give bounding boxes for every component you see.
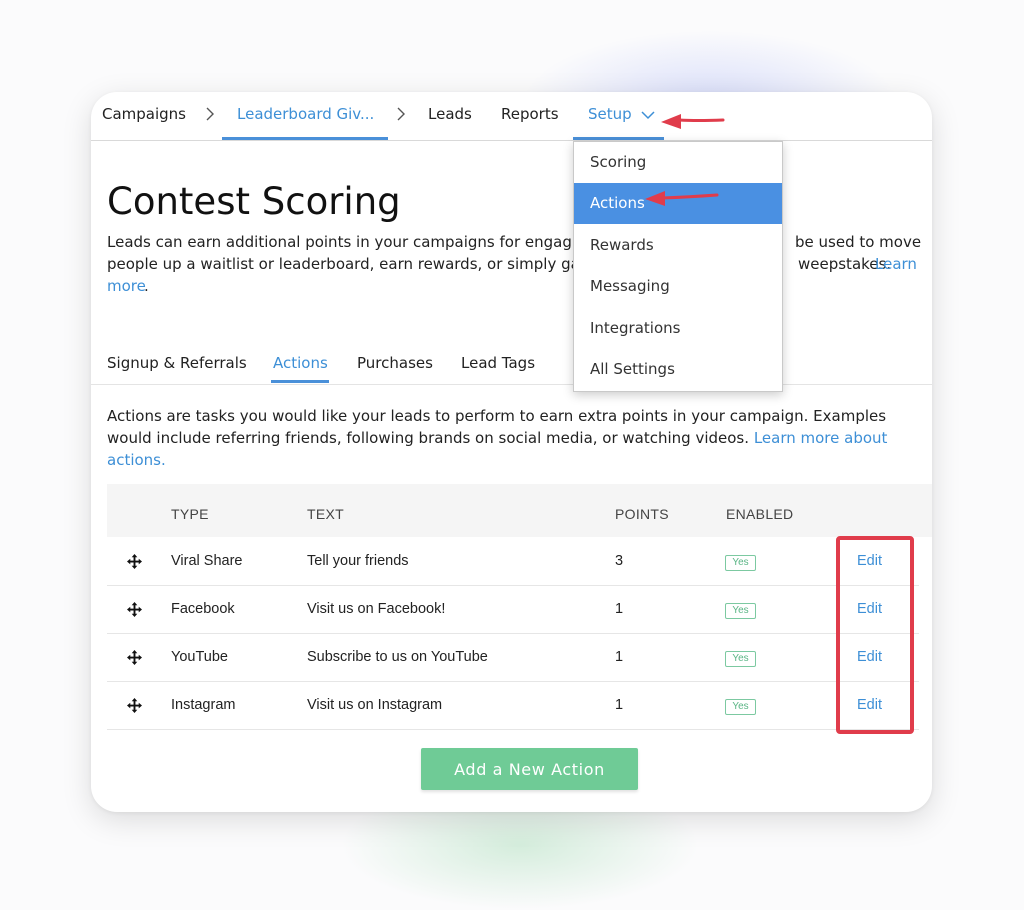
table-row: Facebook Visit us on Facebook! 1 Yes Edi… [107, 586, 919, 634]
app-window: Campaigns Leaderboard Giv... Leads Repor… [91, 92, 932, 812]
row-text: Visit us on Instagram [307, 697, 443, 713]
header-points: POINTS [615, 506, 669, 522]
header-text: TEXT [307, 506, 344, 522]
move-icon[interactable] [127, 554, 142, 569]
intro-text-start: Leads can earn additional points in your… [107, 233, 596, 251]
nav-active-indicator-leaderboard [222, 137, 388, 140]
menu-item-messaging[interactable]: Messaging [574, 266, 782, 307]
row-points: 1 [615, 697, 624, 713]
top-navigation: Campaigns Leaderboard Giv... Leads Repor… [91, 92, 932, 141]
tab-purchases[interactable]: Purchases [357, 354, 433, 372]
header-type: TYPE [171, 506, 209, 522]
setup-dropdown-menu: Scoring Actions Rewards Messaging Integr… [573, 141, 783, 392]
tab-signup-referrals[interactable]: Signup & Referrals [107, 354, 247, 372]
table-row: Instagram Visit us on Instagram 1 Yes Ed… [107, 682, 919, 730]
menu-item-all-settings[interactable]: All Settings [574, 349, 782, 390]
enabled-badge: Yes [725, 555, 756, 571]
menu-item-scoring[interactable]: Scoring [574, 142, 782, 183]
nav-leaderboard-giveaway[interactable]: Leaderboard Giv... [237, 105, 374, 123]
menu-item-rewards[interactable]: Rewards [574, 225, 782, 266]
row-type: Instagram [171, 697, 236, 713]
row-type: Facebook [171, 601, 235, 617]
edit-column-highlight [836, 536, 914, 734]
learn-more-link-cont[interactable]: more [107, 275, 146, 297]
annotation-arrow-icon [645, 191, 719, 206]
intro-text-line2: people up a waitlist or leaderboard, ear… [107, 255, 584, 273]
row-points: 1 [615, 649, 624, 665]
row-text: Tell your friends [307, 553, 409, 569]
enabled-badge: Yes [725, 651, 756, 667]
row-text: Visit us on Facebook! [307, 601, 446, 617]
nav-reports[interactable]: Reports [501, 105, 559, 123]
row-points: 3 [615, 553, 624, 569]
header-enabled: ENABLED [726, 506, 794, 522]
nav-active-indicator-setup [573, 137, 664, 140]
move-icon[interactable] [127, 650, 142, 665]
menu-item-integrations[interactable]: Integrations [574, 308, 782, 349]
chevron-right-icon [397, 107, 405, 121]
intro-period: . [144, 277, 149, 295]
annotation-arrow-icon [661, 114, 725, 129]
add-new-action-button[interactable]: Add a New Action [421, 748, 638, 790]
page-title: Contest Scoring [107, 180, 401, 223]
row-type: YouTube [171, 649, 228, 665]
row-points: 1 [615, 601, 624, 617]
enabled-badge: Yes [725, 603, 756, 619]
tab-active-indicator [271, 380, 329, 383]
table-header: TYPE TEXT POINTS ENABLED [107, 484, 932, 537]
chevron-down-icon[interactable] [641, 110, 655, 120]
nav-leads[interactable]: Leads [428, 105, 472, 123]
move-icon[interactable] [127, 698, 142, 713]
learn-more-link[interactable]: Learn [875, 253, 917, 275]
table-row: YouTube Subscribe to us on YouTube 1 Yes… [107, 634, 919, 682]
tab-actions[interactable]: Actions [273, 354, 328, 372]
enabled-badge: Yes [725, 699, 756, 715]
scoring-tabs: Signup & Referrals Actions Purchases Lea… [91, 344, 932, 385]
nav-campaigns[interactable]: Campaigns [102, 105, 186, 123]
table-row: Viral Share Tell your friends 3 Yes Edit [107, 538, 919, 586]
tab-lead-tags[interactable]: Lead Tags [461, 354, 535, 372]
row-text: Subscribe to us on YouTube [307, 649, 488, 665]
move-icon[interactable] [127, 602, 142, 617]
chevron-right-icon [206, 107, 214, 121]
actions-description: Actions are tasks you would like your le… [107, 405, 922, 471]
row-type: Viral Share [171, 553, 243, 569]
intro-text-continued: be used to move [795, 233, 922, 251]
nav-setup[interactable]: Setup [588, 105, 632, 123]
